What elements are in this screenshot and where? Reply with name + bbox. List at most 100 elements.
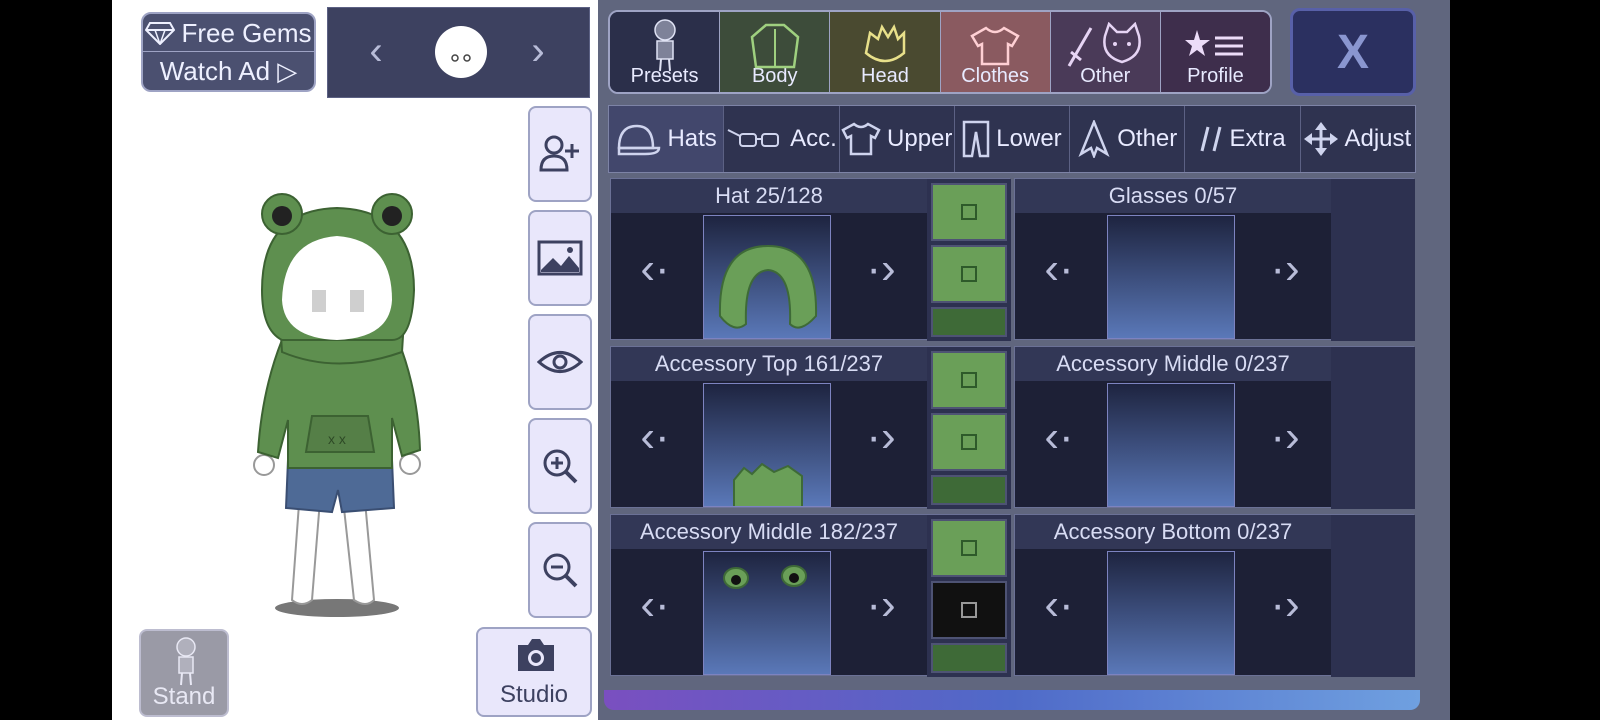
color-swatch[interactable]: [931, 519, 1007, 577]
add-person-icon: [539, 135, 579, 172]
accessory-bottom-slot: Accessory Bottom 0/237 ‹· ·›: [1014, 514, 1415, 677]
studio-button[interactable]: Studio: [476, 627, 592, 717]
cape-icon: [1078, 120, 1110, 158]
free-gems-row[interactable]: Free Gems: [143, 14, 314, 52]
prev-item-button[interactable]: ‹·: [1029, 407, 1089, 467]
move-icon: [1304, 122, 1339, 156]
subtab-extra[interactable]: Extra: [1185, 106, 1301, 172]
item-preview[interactable]: [703, 383, 831, 507]
slot-title: Accessory Middle 182/237: [611, 515, 927, 549]
swatch-dot: [961, 266, 977, 282]
next-item-button[interactable]: ·›: [1255, 407, 1315, 467]
prev-character-button[interactable]: ‹: [356, 26, 396, 76]
prev-item-button[interactable]: ‹·: [625, 575, 685, 635]
zoom-in-icon: [543, 449, 578, 484]
close-icon: X: [1336, 25, 1369, 79]
free-gems-label: Free Gems: [181, 17, 312, 48]
item-preview[interactable]: [1107, 215, 1235, 339]
prev-item-button[interactable]: ‹·: [1029, 239, 1089, 299]
subtab-other-label: Other: [1117, 125, 1178, 152]
color-swatches: [927, 179, 1011, 341]
eye-icon: [537, 351, 583, 373]
tab-head[interactable]: Head: [830, 12, 941, 92]
character-switcher: ‹ ›: [327, 7, 590, 98]
subtab-adjust[interactable]: Adjust: [1301, 106, 1415, 172]
color-swatch[interactable]: [931, 475, 1007, 505]
swatch-dot: [961, 540, 977, 556]
prev-item-button[interactable]: ‹·: [1029, 575, 1089, 635]
glasses-slot: Glasses 0/57 ‹· ·›: [1014, 178, 1415, 341]
stand-label: Stand: [152, 683, 216, 710]
subtab-extra-label: Extra: [1229, 125, 1286, 152]
scarf-preview: [733, 462, 803, 506]
color-swatch[interactable]: [931, 581, 1007, 639]
camera-icon: [518, 639, 554, 671]
subtab-other[interactable]: Other: [1070, 106, 1186, 172]
toggle-visibility-button[interactable]: [528, 314, 592, 410]
slot-title: Accessory Top 161/237: [611, 347, 927, 381]
stand-pose-button[interactable]: Stand: [139, 629, 229, 717]
slash-icon: [1200, 126, 1221, 152]
color-swatch[interactable]: [931, 307, 1007, 337]
item-preview[interactable]: [1107, 383, 1235, 507]
category-tabs: Presets Body Head Clothes Other Profile: [608, 10, 1272, 94]
tab-other[interactable]: Other: [1050, 12, 1161, 92]
next-item-button[interactable]: ·›: [1255, 575, 1315, 635]
watch-ad-label: Watch Ad ▷: [159, 56, 298, 86]
next-item-button[interactable]: ·›: [1255, 239, 1315, 299]
subtab-lower[interactable]: Lower: [955, 106, 1071, 172]
character-figure: x x: [253, 193, 422, 617]
next-character-button[interactable]: ›: [518, 26, 558, 76]
subtab-upper[interactable]: Upper: [840, 106, 955, 172]
accessory-top-slot: Accessory Top 161/237 ‹· ·›: [610, 346, 1011, 509]
color-swatch[interactable]: [931, 351, 1007, 409]
prev-item-button[interactable]: ‹·: [625, 407, 685, 467]
color-swatch[interactable]: [931, 643, 1007, 673]
background-button[interactable]: [528, 210, 592, 306]
tab-body[interactable]: Body: [720, 12, 831, 92]
tab-presets[interactable]: Presets: [610, 12, 721, 92]
slot-title: Hat 25/128: [611, 179, 927, 213]
color-swatch[interactable]: [931, 413, 1007, 471]
next-item-button[interactable]: ·›: [851, 407, 911, 467]
color-swatches: [1331, 179, 1415, 341]
item-preview[interactable]: [1107, 551, 1235, 675]
accessory-middle-2-slot: Accessory Middle 182/237 ‹· ·›: [610, 514, 1011, 677]
tab-clothes[interactable]: Clothes: [940, 12, 1051, 92]
jacket-icon: [750, 23, 800, 69]
add-character-button[interactable]: [528, 106, 592, 202]
clothes-subtabs: Hats Acc. Upper Lower Other Extra Adjust: [608, 105, 1416, 173]
studio-label: Studio: [499, 681, 569, 708]
zoom-out-button[interactable]: [528, 522, 592, 618]
slot-title: Accessory Middle 0/237: [1015, 347, 1331, 381]
character-face-thumbnail[interactable]: [435, 26, 487, 78]
zoom-in-button[interactable]: [528, 418, 592, 514]
next-item-button[interactable]: ·›: [851, 575, 911, 635]
frog-eyes-preview: [723, 565, 807, 589]
svg-text:x x: x x: [328, 431, 346, 447]
close-button[interactable]: X: [1290, 8, 1416, 96]
free-gems-button[interactable]: Free Gems Watch Ad ▷: [141, 12, 316, 92]
face-eyes-icon: [451, 54, 471, 62]
pants-icon: [963, 120, 990, 158]
tab-profile[interactable]: Profile: [1160, 12, 1270, 92]
image-icon: [537, 240, 583, 276]
item-preview[interactable]: [703, 551, 831, 675]
next-item-button[interactable]: ·›: [851, 239, 911, 299]
subtab-adjust-label: Adjust: [1344, 125, 1412, 152]
subtab-hats[interactable]: Hats: [609, 106, 725, 172]
watch-ad-row[interactable]: Watch Ad ▷: [143, 52, 314, 90]
prev-item-button[interactable]: ‹·: [625, 239, 685, 299]
color-swatches: [1331, 347, 1415, 509]
item-preview[interactable]: [703, 215, 831, 339]
color-swatches: [1331, 515, 1415, 677]
color-swatches: [927, 515, 1011, 677]
character-canvas: Free Gems Watch Ad ▷ ‹ › x x Stand Studi…: [112, 0, 598, 720]
subtab-upper-label: Upper: [887, 125, 953, 152]
subtab-accessories[interactable]: Acc.: [724, 106, 840, 172]
color-swatch[interactable]: [931, 183, 1007, 241]
subtab-accessories-label: Acc.: [790, 125, 837, 152]
color-swatch[interactable]: [931, 245, 1007, 303]
swatch-dot: [961, 434, 977, 450]
sword-cat-icon: [1067, 22, 1142, 67]
